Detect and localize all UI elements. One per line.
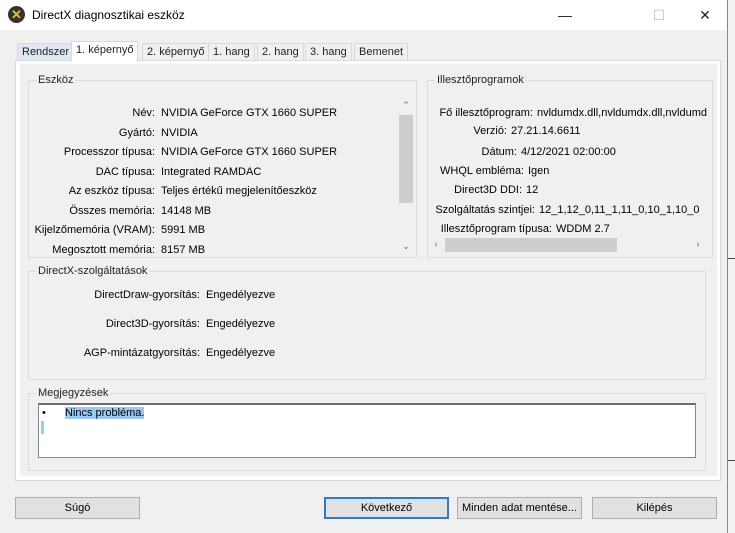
drivers-group-title: Illesztőprogramok (435, 74, 526, 86)
background-line (728, 460, 735, 461)
help-button[interactable]: Súgó (15, 497, 140, 519)
tab-hang-1[interactable]: 1. hang (208, 43, 255, 61)
device-value: 5991 MB (161, 224, 206, 236)
title-bar: ✕ DirectX diagnosztikai eszköz — ☐ ✕ (0, 0, 727, 30)
notes-textbox[interactable]: • Nincs probléma. (38, 403, 696, 458)
drivers-value: 4/12/2021 02:00:00 (521, 146, 616, 158)
tab-hang-3[interactable]: 3. hang (305, 43, 352, 61)
device-label: Processzor típusa: (63, 146, 155, 158)
device-value: 14148 MB (161, 204, 212, 217)
device-value: NVIDIA (161, 126, 198, 139)
drivers-label: Szolgáltatás szintjei: (435, 204, 535, 216)
device-label: DAC típusa: (95, 165, 155, 178)
device-label: Összes memória: (69, 204, 155, 217)
device-value: NVIDIA GeForce GTX 1660 SUPER (161, 107, 338, 119)
device-value: NVIDIA GeForce GTX 1660 SUPER (161, 146, 338, 158)
close-button[interactable]: ✕ (682, 0, 728, 30)
notes-title: Megjegyzések (36, 387, 111, 399)
device-value: Teljes értékű megjelenítőeszköz (161, 185, 317, 197)
note-item: Nincs probléma. (65, 407, 145, 419)
features-value: Engedélyezve (206, 289, 276, 301)
device-value: 8157 MB (161, 243, 206, 256)
features-value: Engedélyezve (206, 318, 276, 330)
dxdiag-window: ✕ DirectX diagnosztikai eszköz — ☐ ✕ Ren… (0, 0, 728, 533)
device-label: Név: (132, 107, 155, 119)
text-cursor (41, 421, 44, 434)
drivers-value: 27.21.14.6611 (511, 125, 581, 137)
drivers-label: Fő illesztőprogram: (439, 107, 533, 119)
drivers-label: WHQL embléma: (440, 165, 524, 177)
device-group-title: Eszköz (36, 74, 76, 86)
next-button[interactable]: Következő (324, 497, 449, 519)
drivers-label: Direct3D DDI: (454, 184, 522, 196)
drivers-label: Dátum: (481, 146, 517, 158)
device-label: Gyártó: (118, 126, 155, 139)
device-label: Kijelzőmemória (VRAM): (34, 224, 155, 236)
window-title: DirectX diagnosztikai eszköz (32, 8, 185, 22)
tab-rendszer[interactable]: Rendszer (17, 43, 75, 61)
scroll-down-icon[interactable]: ⌄ (398, 241, 414, 252)
exit-button[interactable]: Kilépés (592, 497, 717, 519)
minimize-button[interactable]: — (542, 0, 588, 30)
features-value: Engedélyezve (206, 347, 276, 359)
tab-bemenet[interactable]: Bemenet (354, 43, 409, 61)
drivers-value: WDDM 2.7 (556, 223, 610, 235)
scroll-left-icon[interactable]: ‹ (428, 239, 444, 249)
drivers-value: 12 (526, 184, 539, 196)
tab-hang-2[interactable]: 2. hang (257, 43, 304, 61)
directx-icon: ✕ (8, 6, 25, 23)
features-label: AGP-mintázatgyorsítás: (83, 347, 200, 359)
drivers-label: Illesztőprogram típusa: (440, 223, 552, 235)
save-all-button[interactable]: Minden adat mentése... (457, 497, 582, 519)
drivers-value: nvldumdx.dll,nvldumdx.dll,nvldumd (537, 107, 707, 119)
bullet: • (42, 407, 46, 419)
drivers-value: Igen (528, 165, 550, 177)
features-label: Direct3D-gyorsítás: (105, 318, 200, 330)
background-line (728, 258, 735, 259)
drivers-value: 12_1,12_0,11_1,11_0,10_1,10_0 (539, 204, 700, 216)
device-label: Az eszköz típusa: (68, 185, 155, 197)
device-value: Integrated RAMDAC (161, 165, 262, 178)
tab-kepernyo-1[interactable]: 1. képernyő (71, 41, 139, 62)
features-label: DirectDraw-gyorsítás: (94, 289, 200, 301)
scroll-right-icon[interactable]: › (690, 239, 706, 249)
maximize-button[interactable]: ☐ (636, 0, 682, 30)
drivers-label: Verzió: (473, 125, 507, 137)
directx-features-title: DirectX-szolgáltatások (36, 265, 150, 277)
scrollbar-thumb[interactable] (445, 238, 617, 252)
drivers-horizontal-scrollbar[interactable]: ‹ › (428, 237, 708, 253)
device-label: Megosztott memória: (52, 243, 155, 256)
tab-kepernyo-2[interactable]: 2. képernyő (142, 43, 210, 61)
